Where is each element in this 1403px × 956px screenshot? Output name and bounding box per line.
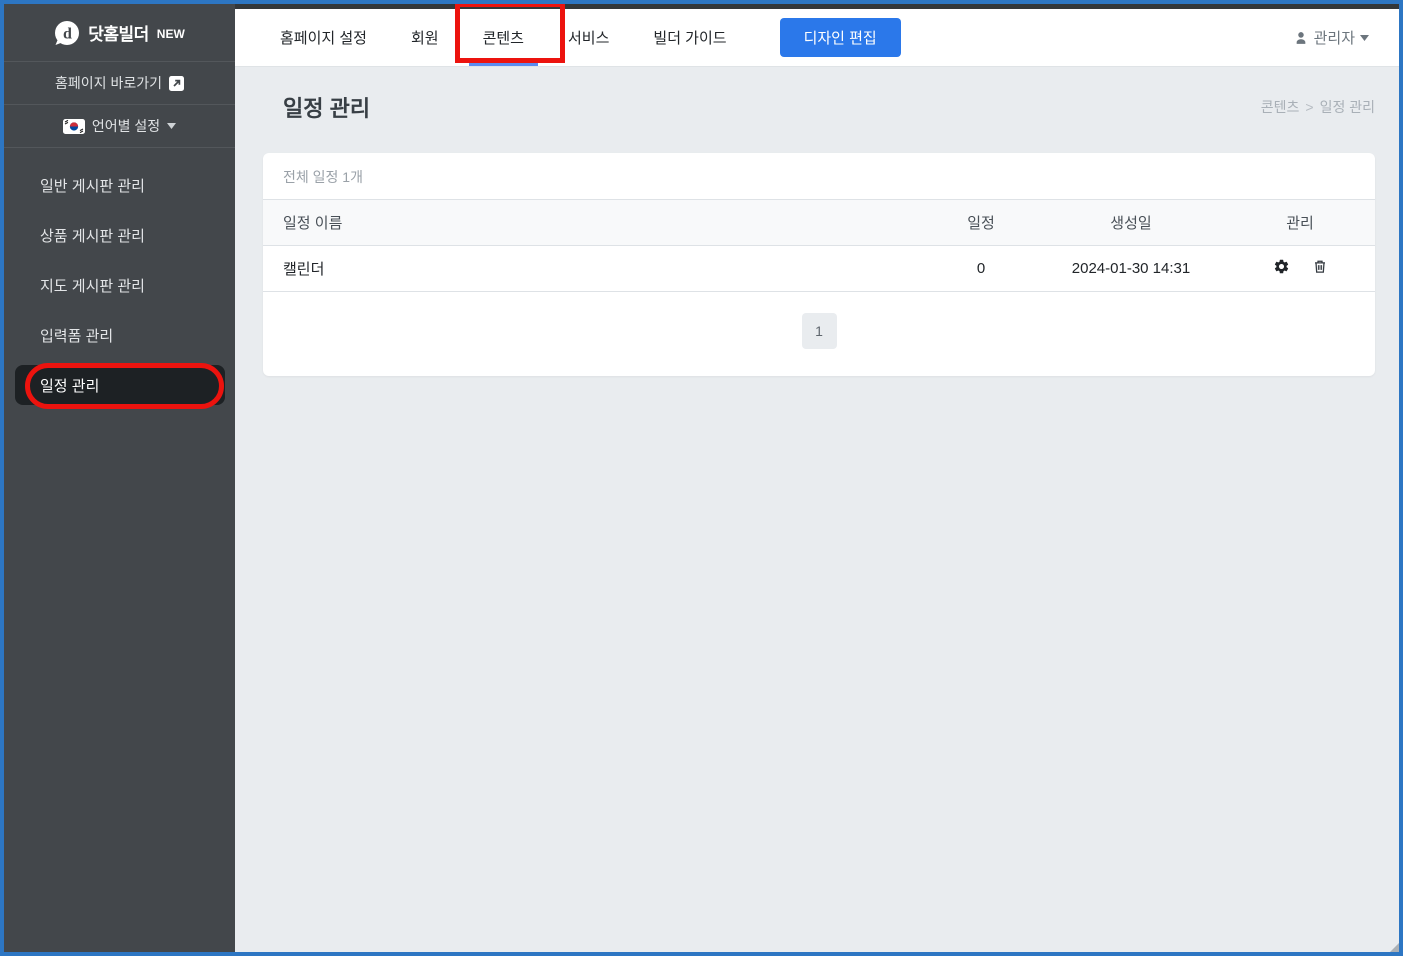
resize-handle[interactable] [1390, 943, 1399, 952]
pagination: 1 [263, 292, 1375, 376]
chevron-down-icon [1360, 34, 1369, 41]
chevron-down-icon [167, 123, 177, 129]
sidebar-item-map-board[interactable]: 지도 게시판 관리 [4, 260, 235, 310]
schedule-list-card: 전체 일정 1개 일정 이름 일정 생성일 관리 캘린더 0 2024-01-3… [263, 153, 1375, 376]
sidebar-item-input-form[interactable]: 입력폼 관리 [4, 310, 235, 360]
breadcrumb-separator: > [1305, 99, 1314, 115]
homepage-shortcut-label: 홈페이지 바로가기 [55, 75, 162, 91]
sidebar-link-homepage[interactable]: 홈페이지 바로가기 [4, 62, 235, 105]
settings-button[interactable] [1273, 258, 1290, 275]
top-navigation: 홈페이지 설정 회원 콘텐츠 서비스 빌더 가이드 디자인 편집 관리자 [235, 9, 1399, 67]
tab-members[interactable]: 회원 [394, 9, 456, 66]
sidebar-item-schedule[interactable]: 일정 관리 [15, 365, 225, 405]
trash-icon [1312, 258, 1328, 275]
app-window: d 닷홈빌더 NEW 홈페이지 바로가기 언어별 설정 일반 게시판 관리 상품… [0, 0, 1403, 956]
main-content: 일정 관리 콘텐츠 > 일정 관리 전체 일정 1개 일정 이름 일정 생성일 … [235, 67, 1399, 952]
sidebar-item-product-board[interactable]: 상품 게시판 관리 [4, 210, 235, 260]
row-actions [1273, 258, 1328, 275]
design-edit-button[interactable]: 디자인 편집 [779, 18, 901, 57]
external-link-icon [168, 75, 184, 91]
sidebar-language-selector[interactable]: 언어별 설정 [4, 105, 235, 148]
page-title: 일정 관리 [283, 96, 371, 121]
column-header-created: 생성일 [1037, 199, 1225, 246]
nav-tabs: 홈페이지 설정 회원 콘텐츠 서비스 빌더 가이드 [263, 9, 744, 66]
breadcrumb-item-content[interactable]: 콘텐츠 [1261, 97, 1300, 117]
table-header-row: 일정 이름 일정 생성일 관리 [263, 199, 1375, 246]
sidebar: d 닷홈빌더 NEW 홈페이지 바로가기 언어별 설정 일반 게시판 관리 상품… [4, 4, 235, 952]
tab-homepage-settings[interactable]: 홈페이지 설정 [263, 9, 384, 66]
column-header-count: 일정 [925, 199, 1037, 246]
column-header-manage: 관리 [1225, 199, 1375, 246]
gear-icon [1273, 258, 1290, 275]
page-button-1[interactable]: 1 [801, 313, 837, 349]
sidebar-menu: 일반 게시판 관리 상품 게시판 관리 지도 게시판 관리 입력폼 관리 일정 … [4, 148, 235, 405]
schedule-count-cell: 0 [925, 245, 1037, 292]
schedule-created-cell: 2024-01-30 14:31 [1037, 245, 1225, 292]
person-icon [1293, 30, 1309, 46]
logo-title: 닷홈빌더 [88, 25, 149, 44]
language-selector-label: 언어별 설정 [91, 118, 161, 134]
column-header-name: 일정 이름 [263, 199, 925, 246]
svg-text:d: d [63, 25, 72, 42]
breadcrumb-item-schedule: 일정 관리 [1319, 99, 1375, 115]
page-header: 일정 관리 콘텐츠 > 일정 관리 [235, 67, 1399, 123]
user-name: 관리자 [1313, 30, 1355, 47]
logo-badge: NEW [156, 26, 185, 41]
sidebar-item-general-board[interactable]: 일반 게시판 관리 [4, 160, 235, 210]
delete-button[interactable] [1312, 258, 1328, 275]
schedule-table: 일정 이름 일정 생성일 관리 캘린더 0 2024-01-30 14:31 [263, 199, 1375, 292]
korea-flag-icon [62, 118, 85, 134]
tab-content[interactable]: 콘텐츠 [466, 9, 541, 66]
total-count-label: 전체 일정 1개 [283, 169, 363, 185]
table-row: 캘린더 0 2024-01-30 14:31 [263, 245, 1375, 292]
app-logo[interactable]: d 닷홈빌더 NEW [4, 4, 235, 62]
tab-builder-guide[interactable]: 빌더 가이드 [636, 9, 743, 66]
dothome-logo-icon: d [54, 20, 80, 46]
breadcrumb: 콘텐츠 > 일정 관리 [1261, 97, 1375, 117]
schedule-name-cell: 캘린더 [263, 245, 925, 292]
tab-services[interactable]: 서비스 [551, 9, 626, 66]
user-menu[interactable]: 관리자 [1293, 27, 1369, 48]
